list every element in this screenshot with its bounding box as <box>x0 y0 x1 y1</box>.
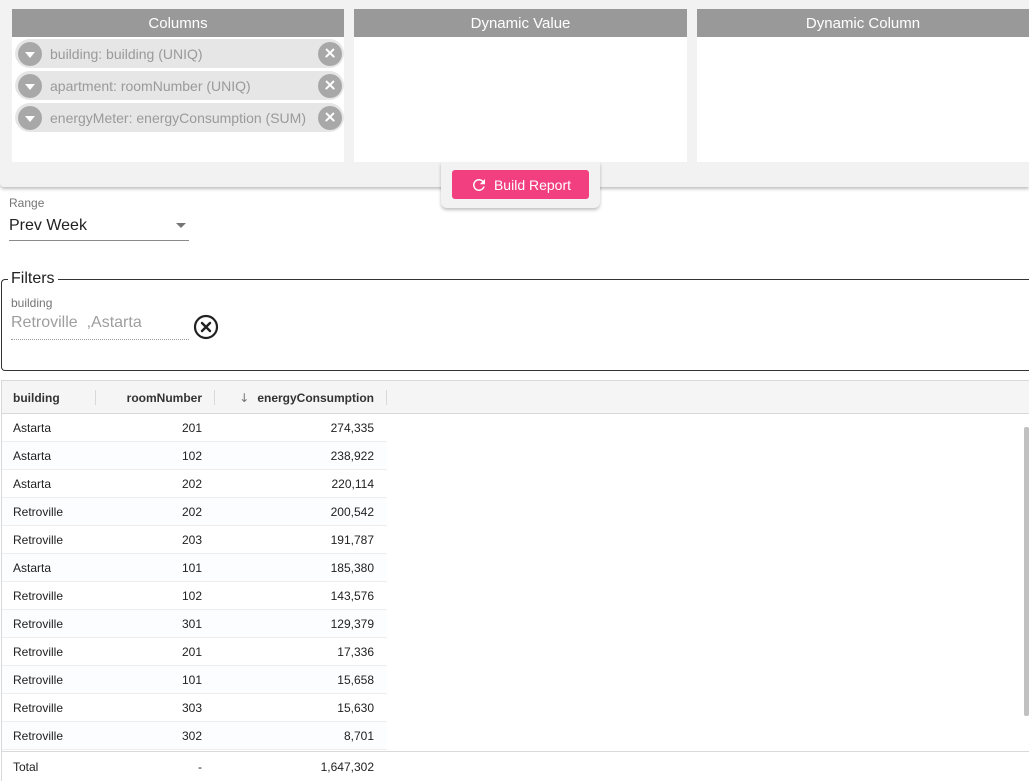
cell-roomnumber: 201 <box>181 645 202 659</box>
column-chip-label: apartment: roomNumber (UNIQ) <box>50 77 251 94</box>
cell-roomnumber: 102 <box>181 589 202 603</box>
cell-roomnumber: 303 <box>181 701 202 715</box>
cell-energyconsumption: 191,787 <box>330 533 374 547</box>
header-roomnumber[interactable]: roomNumber <box>98 381 202 414</box>
dynamic-value-header: Dynamic Value <box>354 9 687 37</box>
arrow-down-icon: ↓ <box>239 390 250 405</box>
cell-energyconsumption: 15,630 <box>337 701 374 715</box>
cell-building: Astarta <box>13 561 52 575</box>
cell-building: Retroville <box>13 589 64 603</box>
column-separator[interactable] <box>214 390 215 405</box>
table-row[interactable]: Retroville 301 129,379 <box>2 610 387 638</box>
table-row[interactable]: Retroville 202 200,542 <box>2 498 387 526</box>
cell-energyconsumption: 274,335 <box>330 421 374 435</box>
cell-building: Retroville <box>13 533 64 547</box>
table-header: building roomNumber ↓ energyConsumption <box>2 381 1029 414</box>
dropdown-arrow-icon <box>176 223 186 228</box>
clear-filter-icon[interactable] <box>193 314 219 340</box>
cell-roomnumber: 101 <box>181 561 202 575</box>
cell-roomnumber: 202 <box>181 477 202 491</box>
chevron-down-icon[interactable] <box>18 41 42 66</box>
cell-energyconsumption: 129,379 <box>330 617 374 631</box>
cell-energyconsumption: 185,380 <box>330 561 374 575</box>
cell-building: Retroville <box>13 729 64 743</box>
cell-building: Retroville <box>13 645 64 659</box>
cell-energyconsumption: 220,114 <box>331 477 375 491</box>
total-energyconsumption: 1,647,302 <box>320 760 374 774</box>
chevron-down-icon[interactable] <box>18 73 42 98</box>
cell-energyconsumption: 143,576 <box>330 589 374 603</box>
cell-energyconsumption: 8,701 <box>343 729 374 743</box>
table-row[interactable]: Retroville 203 191,787 <box>2 526 387 554</box>
chevron-down-icon[interactable] <box>18 105 42 130</box>
columns-header: Columns <box>12 9 344 37</box>
header-energyconsumption[interactable]: ↓ energyConsumption <box>217 381 374 414</box>
filter-building-label: building <box>11 296 53 310</box>
cell-roomnumber: 101 <box>181 673 202 687</box>
column-chip-label: building: building (UNIQ) <box>50 45 203 62</box>
column-chip-label: energyMeter: energyConsumption (SUM) <box>50 109 306 126</box>
column-chip-building[interactable]: building: building (UNIQ) <box>15 39 344 68</box>
table-row[interactable]: Astarta 102 238,922 <box>2 442 387 470</box>
cell-roomnumber: 102 <box>181 449 202 463</box>
refresh-icon <box>472 178 485 191</box>
table-row[interactable]: Retroville 201 17,336 <box>2 638 387 666</box>
cell-roomnumber: 201 <box>181 421 202 435</box>
table-row[interactable]: Astarta 101 185,380 <box>2 554 387 582</box>
cell-building: Astarta <box>13 449 52 463</box>
table-row[interactable]: Retroville 101 15,658 <box>2 666 387 694</box>
columns-box[interactable]: Columns building: building (UNIQ) apartm… <box>12 9 344 162</box>
cell-energyconsumption: 238,922 <box>330 449 374 463</box>
cell-energyconsumption: 200,542 <box>330 505 374 519</box>
header-building[interactable]: building <box>13 381 60 414</box>
cell-roomnumber: 301 <box>181 617 202 631</box>
cell-building: Retroville <box>13 505 64 519</box>
table-row[interactable]: Retroville 302 8,701 <box>2 722 387 750</box>
total-roomnumber: - <box>198 760 202 774</box>
cell-energyconsumption: 15,658 <box>337 673 374 687</box>
cell-building: Astarta <box>13 477 52 491</box>
table-scrollbar[interactable] <box>1024 427 1029 716</box>
dynamic-column-header: Dynamic Column <box>697 9 1029 37</box>
dynamic-value-box[interactable]: Dynamic Value <box>354 9 687 162</box>
column-separator[interactable] <box>386 390 387 405</box>
cell-building: Retroville <box>13 701 64 715</box>
cell-roomnumber: 302 <box>181 729 202 743</box>
table-row[interactable]: Astarta 201 274,335 <box>2 414 387 442</box>
cell-roomnumber: 203 <box>181 533 202 547</box>
column-separator[interactable] <box>95 390 96 405</box>
cell-building: Retroville <box>13 673 64 687</box>
table-row[interactable]: Astarta 202 220,114 <box>2 470 387 498</box>
total-row: Total - 1,647,302 <box>2 751 1029 782</box>
table-row[interactable]: Retroville 102 143,576 <box>2 582 387 610</box>
header-energyconsumption-label: energyConsumption <box>257 390 374 405</box>
column-chip-apartment[interactable]: apartment: roomNumber (UNIQ) <box>15 71 344 100</box>
total-label: Total <box>13 760 39 774</box>
report-table: building roomNumber ↓ energyConsumption … <box>1 380 1029 782</box>
range-label: Range <box>9 196 45 210</box>
table-row[interactable]: Retroville 303 15,630 <box>2 694 387 722</box>
remove-icon[interactable] <box>318 41 342 66</box>
cell-energyconsumption: 17,336 <box>337 645 374 659</box>
build-report-label: Build Report <box>493 176 572 193</box>
filters-title: Filters <box>11 270 55 287</box>
remove-icon[interactable] <box>318 105 342 130</box>
filter-building-input[interactable]: Retroville ,Astarta <box>11 314 189 340</box>
build-report-button[interactable]: Build Report <box>452 170 589 199</box>
dynamic-column-box[interactable]: Dynamic Column <box>697 9 1029 162</box>
cell-building: Retroville <box>13 617 64 631</box>
remove-icon[interactable] <box>318 73 342 98</box>
cell-building: Astarta <box>13 421 52 435</box>
range-select[interactable]: Prev Week <box>9 212 189 241</box>
range-value: Prev Week <box>9 217 87 234</box>
column-chip-energymeter[interactable]: energyMeter: energyConsumption (SUM) <box>15 103 344 132</box>
cell-roomnumber: 202 <box>181 505 202 519</box>
